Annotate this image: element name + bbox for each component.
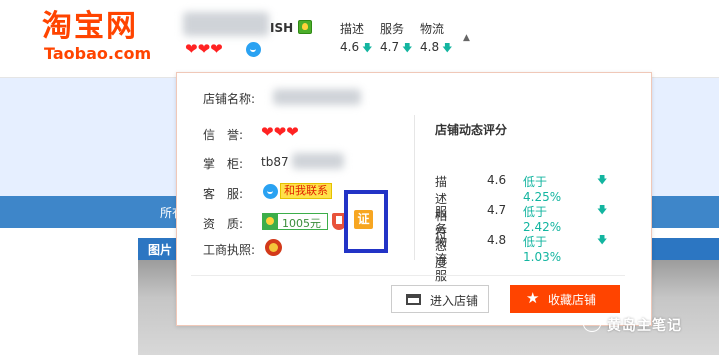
section-title: 图片 <box>148 243 173 257</box>
blurred-shop-name <box>183 12 269 36</box>
down-arrow-icon: 🡇 <box>597 175 608 186</box>
owner-value: tb87 <box>261 155 289 169</box>
logo-text-cn: 淘宝网 <box>42 9 138 44</box>
down-arrow-icon: 🡇 <box>362 43 373 54</box>
down-arrow-icon: 🡇 <box>442 43 453 54</box>
highlight-box <box>344 190 388 253</box>
credit-label: 信 誉: <box>203 128 244 142</box>
store-icon <box>406 294 421 305</box>
divider-vertical <box>414 115 415 260</box>
page: 所有 图片 淘宝网 Taobao.com ISH ❤❤❤ 描述 4.6 🡇 服务 … <box>0 0 719 355</box>
collapse-caret-icon[interactable]: ▲ <box>463 33 470 43</box>
credit-hearts: ❤❤❤ <box>185 40 223 58</box>
star-icon: ★ <box>526 290 540 307</box>
rating-description: 描述 4.6 🡇 <box>340 22 373 54</box>
divider-horizontal <box>191 275 625 276</box>
shop-name-suffix[interactable]: ISH <box>270 21 293 35</box>
deposit-icon <box>263 214 278 229</box>
rating-logistics: 物流 4.8 🡇 <box>420 22 453 54</box>
service-label: 客 服: <box>203 187 244 201</box>
deposit-value: 1005元 <box>282 217 321 230</box>
logo-text-en: Taobao.com <box>44 44 152 63</box>
enter-store-button[interactable]: 进入店铺 <box>391 285 489 313</box>
wangwang-icon[interactable] <box>246 42 261 57</box>
shop-info-popup: 店铺名称: 信 誉: ❤❤❤ 掌 柜: tb87 客 服: 和我联系 资 质: … <box>176 72 652 326</box>
business-license-label: 工商执照: <box>203 243 256 257</box>
down-arrow-icon: 🡇 <box>402 43 413 54</box>
wangwang-chat-icon[interactable] <box>263 184 278 199</box>
owner-label: 掌 柜: <box>203 157 244 171</box>
wechat-icon <box>583 316 601 332</box>
contact-me-button[interactable]: 和我联系 <box>280 183 332 199</box>
qualification-label: 资 质: <box>203 217 244 231</box>
rating-service: 服务 4.7 🡇 <box>380 22 413 54</box>
taobao-logo[interactable]: 淘宝网 Taobao.com <box>42 10 162 64</box>
deposit-badge[interactable]: 1005元 <box>262 213 328 230</box>
down-arrow-icon: 🡇 <box>597 205 608 216</box>
down-arrow-icon: 🡇 <box>597 235 608 246</box>
blurred-shop-name-value <box>273 89 361 105</box>
blurred-owner-name <box>292 153 344 169</box>
favorite-store-button[interactable]: ★ 收藏店铺 <box>510 285 620 313</box>
business-license-emblem-icon[interactable] <box>265 239 282 256</box>
credit-hearts-popup: ❤❤❤ <box>261 123 299 141</box>
watermark-text: 黄岛主笔记 <box>607 318 682 334</box>
shop-name-label: 店铺名称: <box>203 92 256 106</box>
verified-seller-icon <box>298 20 312 34</box>
dynamic-rating-title: 店铺动态评分 <box>435 123 508 137</box>
site-header: 淘宝网 Taobao.com ISH ❤❤❤ 描述 4.6 🡇 服务 4.7 🡇 物… <box>0 0 719 78</box>
